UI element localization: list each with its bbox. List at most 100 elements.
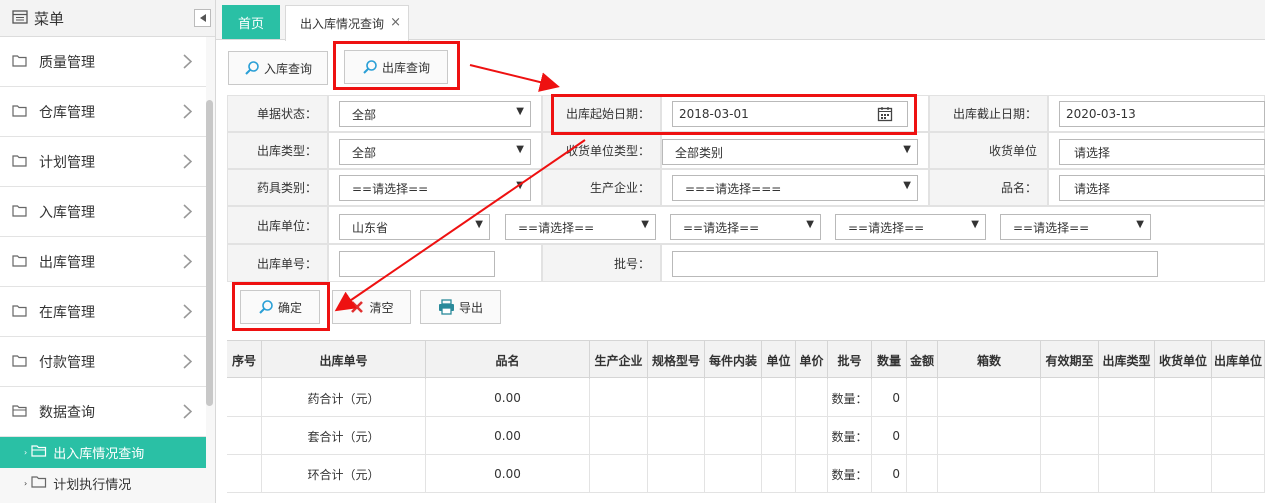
out-unit-level3-select[interactable]: ==请选择== ▼ — [670, 214, 821, 240]
table-cell: 0 — [872, 455, 907, 493]
recv-unit-value: 请选择 — [1074, 145, 1111, 160]
table-row[interactable]: 套合计（元） 0.00 数量： 0 — [227, 417, 1265, 455]
sidebar-item[interactable]: 入库管理 — [0, 187, 206, 237]
tab-inout-query[interactable]: 出入库情况查询 × — [285, 5, 409, 41]
close-tab-icon[interactable]: × — [390, 15, 401, 30]
table-cell: 数量： — [828, 379, 872, 417]
export-label: 导出 — [458, 300, 483, 315]
table-column-header[interactable]: 出库单位 — [1212, 341, 1265, 379]
out-unit-province-value: 山东省 — [352, 220, 389, 235]
out-unit-level5-select[interactable]: ==请选择== ▼ — [1000, 214, 1151, 240]
recv-unit-input[interactable]: 请选择 — [1059, 139, 1265, 165]
batch-input[interactable] — [672, 251, 1158, 277]
tab-label: 出入库情况查询 — [300, 17, 385, 31]
table-cell — [1212, 417, 1265, 455]
clear-label: 清空 — [369, 300, 394, 315]
recv-type-value: 全部类别 — [675, 145, 724, 160]
menu-icon — [12, 9, 28, 27]
table-cell — [762, 455, 796, 493]
tab-home[interactable]: 首页 — [222, 5, 280, 39]
table-cell — [648, 379, 705, 417]
table-cell — [1041, 379, 1099, 417]
sidebar-scrollbar[interactable] — [206, 100, 213, 406]
table-row[interactable]: 药合计（元） 0.00 数量： 0 — [227, 379, 1265, 417]
table-column-header[interactable]: 收货单位 — [1155, 341, 1212, 379]
out-unit-province-select[interactable]: 山东省 ▼ — [339, 214, 490, 240]
out-unit-level4-select[interactable]: ==请选择== ▼ — [835, 214, 986, 240]
table-column-header[interactable]: 品名 — [426, 341, 590, 379]
dropdown-arrow-icon: ▼ — [516, 180, 524, 191]
table-cell: 数量： — [828, 417, 872, 455]
table-column-header[interactable]: 每件内装 — [705, 341, 762, 379]
sidebar-item[interactable]: 计划管理 — [0, 137, 206, 187]
sidebar-subitem-plan-exec[interactable]: › 计划执行情况 — [0, 468, 206, 499]
sidebar-subitem-label: 出入库情况查询 — [53, 447, 145, 462]
out-unit-level2-select[interactable]: ==请选择== ▼ — [505, 214, 656, 240]
table-cell — [1212, 455, 1265, 493]
table-column-header[interactable]: 出库单号 — [262, 341, 426, 379]
table-cell — [648, 455, 705, 493]
table-cell — [907, 379, 938, 417]
sidebar-item[interactable]: 在库管理 — [0, 287, 206, 337]
table-cell: 0 — [872, 379, 907, 417]
sidebar-item[interactable]: 质量管理 — [0, 37, 206, 87]
doc-no-input[interactable] — [339, 251, 495, 277]
doc-status-value: 全部 — [352, 107, 377, 122]
table-cell — [590, 417, 648, 455]
table-column-header[interactable]: 箱数 — [938, 341, 1041, 379]
chevron-right-icon — [183, 304, 193, 322]
drug-cat-value: ==请选择== — [352, 181, 429, 196]
chevron-right-icon — [183, 254, 193, 272]
table-cell — [938, 379, 1041, 417]
table-column-header[interactable]: 规格型号 — [648, 341, 705, 379]
table-column-header[interactable]: 单价 — [796, 341, 828, 379]
table-column-header[interactable]: 序号 — [227, 341, 262, 379]
table-column-header[interactable]: 有效期至 — [1041, 341, 1099, 379]
clear-button[interactable]: 清空 — [332, 290, 411, 324]
sidebar-item[interactable]: 付款管理 — [0, 337, 206, 387]
collapse-sidebar-button[interactable] — [194, 9, 211, 27]
doc-status-select[interactable]: 全部 ▼ — [339, 101, 531, 127]
out-type-select[interactable]: 全部 ▼ — [339, 139, 531, 165]
arrow-to-start-date — [469, 64, 560, 92]
table-cell — [590, 455, 648, 493]
table-cell — [1155, 455, 1212, 493]
table-row[interactable]: 环合计（元） 0.00 数量： 0 — [227, 455, 1265, 493]
table-cell — [1155, 379, 1212, 417]
table-column-header[interactable]: 生产企业 — [590, 341, 648, 379]
table-column-header[interactable]: 数量 — [872, 341, 907, 379]
name-input[interactable]: 请选择 — [1059, 175, 1265, 201]
dropdown-arrow-icon: ▼ — [903, 144, 911, 155]
in-query-button[interactable]: 入库查询 — [228, 51, 328, 85]
end-date-input[interactable]: 2020-03-13 — [1059, 101, 1265, 127]
dropdown-arrow-icon: ▼ — [475, 219, 483, 230]
table-cell — [227, 417, 262, 455]
recv-type-label: 收货单位类型： — [542, 132, 661, 169]
sidebar-item[interactable]: 数据查询 — [0, 387, 206, 437]
chevron-right-icon — [183, 154, 193, 172]
sidebar-item-label: 在库管理 — [39, 304, 95, 321]
table-cell — [705, 417, 762, 455]
table-cell — [227, 455, 262, 493]
manufacturer-select[interactable]: ===请选择=== ▼ — [672, 175, 918, 201]
out-type-label: 出库类型： — [227, 132, 328, 169]
table-cell — [938, 417, 1041, 455]
export-button[interactable]: 导出 — [420, 290, 501, 324]
sidebar-item[interactable]: 出库管理 — [0, 237, 206, 287]
dropdown-arrow-icon: ▼ — [516, 106, 524, 117]
folder-icon — [12, 304, 27, 320]
table-column-header[interactable]: 单位 — [762, 341, 796, 379]
table-column-header[interactable]: 批号 — [828, 341, 872, 379]
drug-cat-select[interactable]: ==请选择== ▼ — [339, 175, 531, 201]
table-cell — [1041, 417, 1099, 455]
table-column-header[interactable]: 出库类型 — [1099, 341, 1155, 379]
sidebar-subitem-inout-query[interactable]: › 出入库情况查询 — [0, 437, 206, 468]
dropdown-arrow-icon: ▼ — [806, 219, 814, 230]
sidebar-item[interactable]: 仓库管理 — [0, 87, 206, 137]
table-column-header[interactable]: 金额 — [907, 341, 938, 379]
sidebar-item-label: 计划管理 — [39, 154, 95, 171]
folder-icon — [12, 354, 27, 370]
manufacturer-label: 生产企业： — [542, 169, 661, 206]
recv-unit-label: 收货单位 — [929, 132, 1048, 169]
recv-type-select[interactable]: 全部类别 ▼ — [662, 139, 918, 165]
